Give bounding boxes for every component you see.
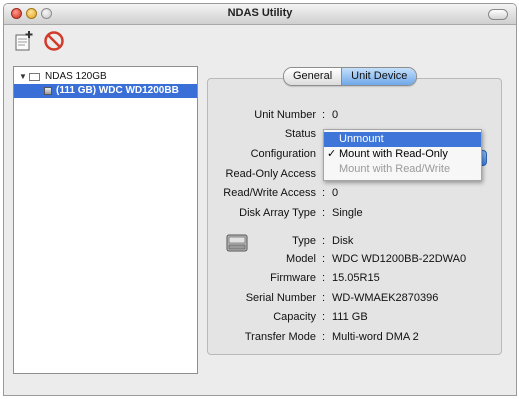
transfer-mode-label: Transfer Mode — [244, 331, 316, 343]
remove-device-button[interactable] — [42, 29, 66, 53]
colon: : — [322, 207, 326, 219]
type-label: Type — [292, 235, 316, 247]
menu-item-mount-read-only[interactable]: ✓ Mount with Read-Only — [324, 147, 481, 162]
menu-item-label: Mount with Read/Write — [339, 163, 451, 175]
model-value: WDC WD1200BB-22DWA0 — [332, 253, 467, 265]
serial-number-label: Serial Number — [245, 292, 316, 304]
add-device-icon — [15, 31, 33, 51]
colon: : — [322, 311, 326, 323]
hard-disk-icon — [44, 87, 52, 95]
capacity-value: 111 GB — [332, 311, 368, 323]
configuration-menu: Unmount ✓ Mount with Read-Only Mount wit… — [323, 129, 482, 181]
tab-bar: General Unit Device — [283, 67, 418, 86]
toolbar — [4, 25, 516, 59]
menu-item-label: Mount with Read-Only — [339, 148, 448, 160]
read-write-access-value: 0 — [332, 187, 339, 199]
disclosure-triangle-icon[interactable]: ▼ — [19, 70, 27, 84]
colon: : — [322, 187, 326, 199]
model-label: Model — [286, 253, 316, 265]
device-tree[interactable]: ▼ NDAS 120GB (111 GB) WDC WD1200BB — [13, 66, 198, 374]
capacity-label: Capacity — [273, 311, 316, 323]
status-label: Status — [284, 128, 316, 140]
hard-disk-icon — [226, 232, 248, 254]
disk-array-type-label: Disk Array Type — [239, 207, 316, 219]
window-title: NDAS Utility — [227, 7, 293, 19]
tab-general[interactable]: General — [284, 68, 342, 85]
colon: : — [322, 272, 326, 284]
tree-item-label: NDAS 120GB — [45, 71, 107, 82]
tree-item-label: (111 GB) WDC WD1200BB — [56, 85, 179, 96]
firmware-label: Firmware — [270, 272, 316, 284]
title-bar[interactable]: NDAS Utility — [4, 4, 516, 25]
colon: : — [322, 235, 326, 247]
unit-number-value: 0 — [332, 109, 339, 121]
unit-number-label: Unit Number — [254, 109, 316, 121]
device-icon — [29, 73, 40, 81]
disk-array-type-value: Single — [332, 207, 363, 219]
tree-item-unit-disk[interactable]: (111 GB) WDC WD1200BB — [14, 84, 197, 98]
colon: : — [322, 292, 326, 304]
colon: : — [322, 331, 326, 343]
serial-number-value: WD-WMAEK2870396 — [332, 292, 439, 304]
firmware-value: 15.05R15 — [332, 272, 380, 284]
add-device-button[interactable] — [12, 29, 36, 53]
no-entry-icon — [44, 31, 64, 51]
type-value: Disk — [332, 235, 354, 247]
configuration-label: Configuration — [250, 148, 316, 160]
menu-item-mount-read-write: Mount with Read/Write — [324, 162, 481, 177]
checkmark-icon: ✓ — [327, 148, 337, 160]
colon: : — [322, 253, 326, 265]
toolbar-toggle-button[interactable] — [488, 9, 508, 20]
colon: : — [322, 109, 326, 121]
menu-item-unmount[interactable]: Unmount — [324, 132, 481, 147]
transfer-mode-value: Multi-word DMA 2 — [332, 331, 419, 343]
read-write-access-label: Read/Write Access — [223, 187, 316, 199]
tree-item-ndas-root[interactable]: ▼ NDAS 120GB — [14, 70, 197, 84]
tab-unit-device[interactable]: Unit Device — [341, 68, 417, 85]
read-only-access-label: Read-Only Access — [225, 168, 316, 180]
menu-item-label: Unmount — [339, 133, 384, 145]
